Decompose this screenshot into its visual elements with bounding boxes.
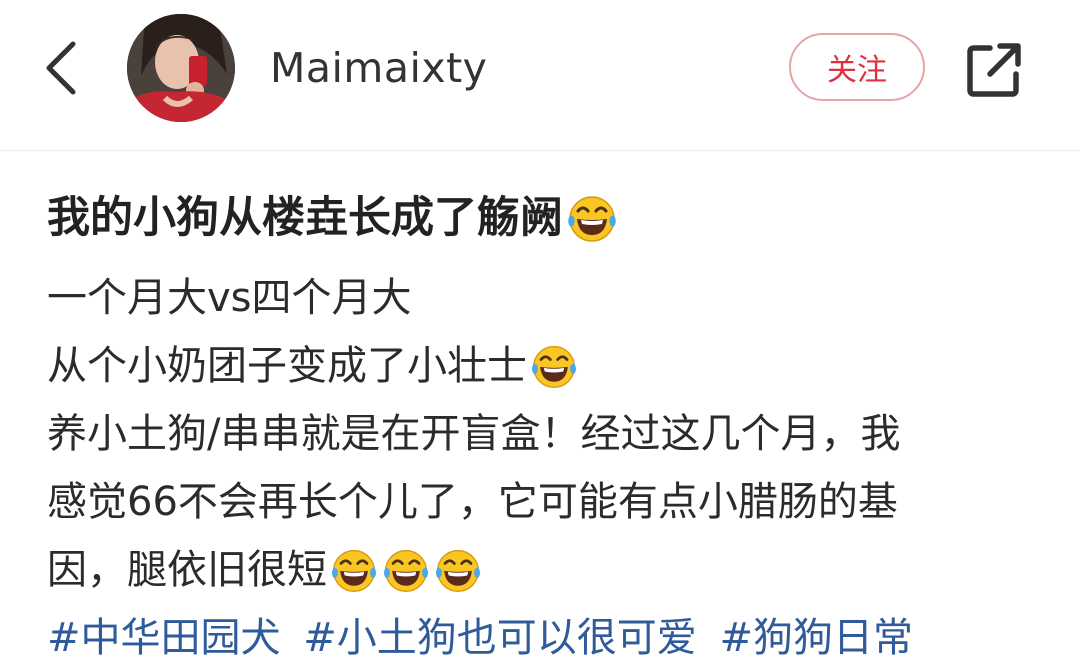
hashtag-link[interactable]: #狗狗日常 bbox=[719, 615, 913, 656]
post-content: 我的小狗从楼垚长成了觞阙 一个月大vs四个月大 从个小奶团子变成了小壮士 养小土… bbox=[47, 180, 1047, 656]
post-line-text: 感觉66不会再长个儿了，它可能有点小腊肠的基 bbox=[47, 479, 898, 525]
laughing-tears-emoji-icon bbox=[331, 549, 377, 592]
post-line-text: 从个小奶团子变成了小壮士 bbox=[47, 343, 527, 389]
laughing-tears-emoji-icon bbox=[531, 345, 577, 388]
hashtag-row: #中华田园犬 #小土狗也可以很可爱 #狗狗日常 bbox=[47, 604, 1047, 656]
back-button[interactable] bbox=[30, 36, 90, 100]
share-external-icon bbox=[967, 43, 1021, 97]
laughing-tears-emoji-icon bbox=[568, 196, 616, 242]
post-line-text: 养小土狗/串串就是在开盲盒！经过这几个月，我 bbox=[47, 411, 901, 457]
post-line: 感觉66不会再长个儿了，它可能有点小腊肠的基 bbox=[47, 468, 1047, 536]
laughing-tears-emoji-icon bbox=[435, 549, 481, 592]
chevron-left-icon bbox=[46, 41, 76, 95]
post-line: 养小土狗/串串就是在开盲盒！经过这几个月，我 bbox=[47, 400, 1047, 468]
username[interactable]: Maimaixty bbox=[270, 40, 487, 96]
follow-button[interactable]: 关注 bbox=[789, 33, 925, 101]
post-line-text: 因，腿依旧很短 bbox=[47, 547, 327, 593]
post-title: 我的小狗从楼垚长成了觞阙 bbox=[47, 193, 563, 243]
avatar[interactable] bbox=[127, 14, 235, 122]
post-line-text: 一个月大vs四个月大 bbox=[47, 275, 412, 321]
post-line: 一个月大vs四个月大 bbox=[47, 264, 1047, 332]
laughing-tears-emoji-icon bbox=[383, 549, 429, 592]
hashtag-link[interactable]: #小土狗也可以很可爱 bbox=[303, 615, 697, 656]
post-body: 一个月大vs四个月大 从个小奶团子变成了小壮士 养小土狗/串串就是在开盲盒！经过… bbox=[47, 264, 1047, 604]
post-title-row: 我的小狗从楼垚长成了觞阙 bbox=[47, 180, 1047, 256]
share-button[interactable] bbox=[958, 34, 1030, 106]
top-bar: Maimaixty 关注 bbox=[0, 0, 1080, 151]
avatar-image bbox=[127, 14, 235, 122]
post-line: 从个小奶团子变成了小壮士 bbox=[47, 332, 1047, 400]
post-line: 因，腿依旧很短 bbox=[47, 536, 1047, 604]
post-page: Maimaixty 关注 我的小狗从楼垚长成了觞阙 一个月大vs四个月大 从个小… bbox=[0, 0, 1080, 656]
hashtag-link[interactable]: #中华田园犬 bbox=[47, 615, 281, 656]
